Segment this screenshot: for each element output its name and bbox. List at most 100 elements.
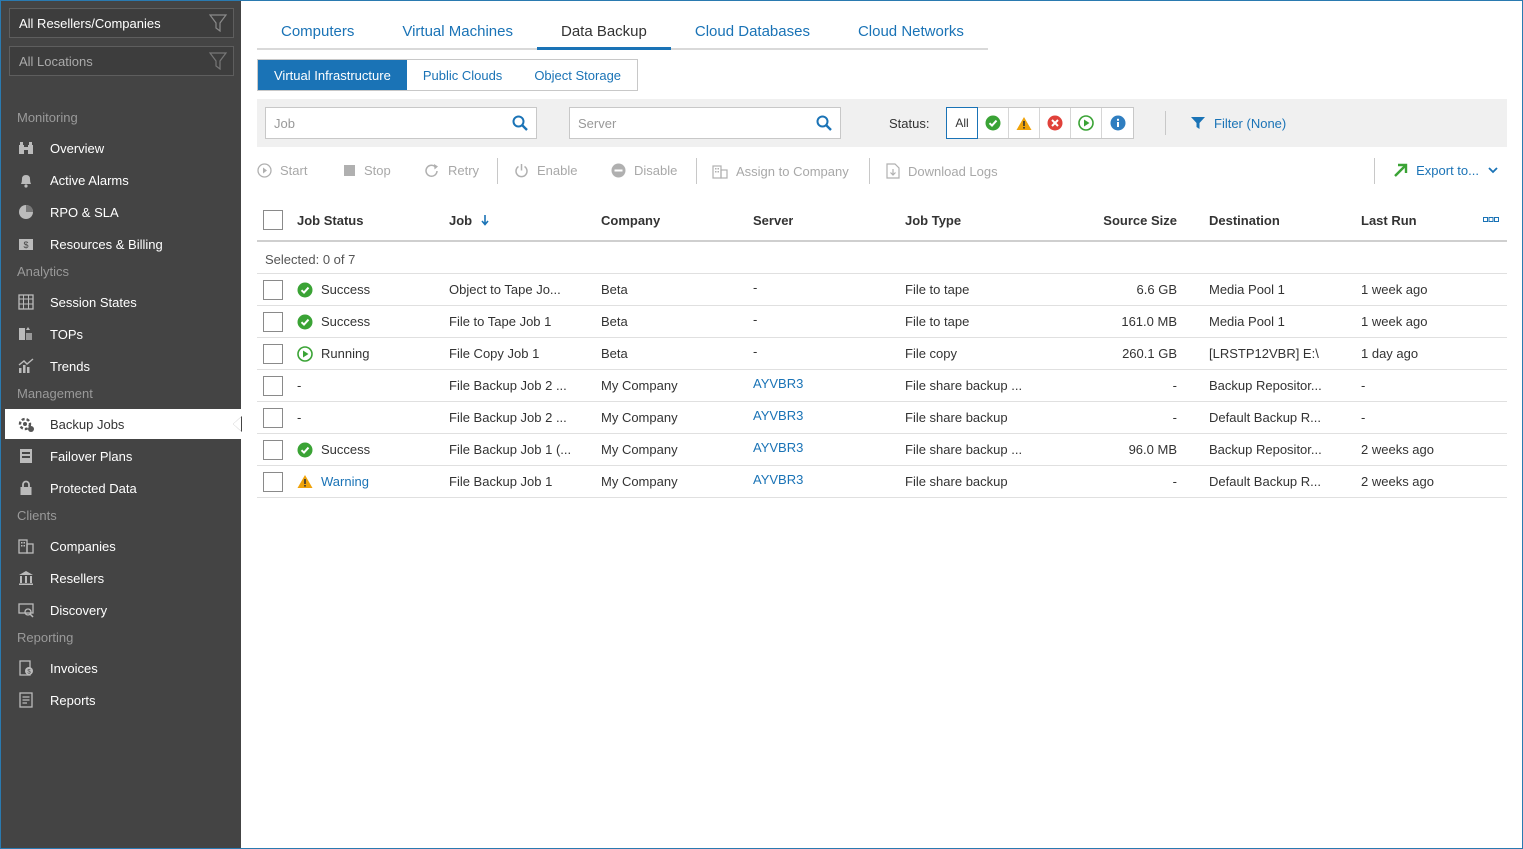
col-job-type[interactable]: Job Type: [905, 200, 961, 240]
job-status-cell: Running: [297, 338, 369, 369]
sidebar-item-resellers[interactable]: Resellers: [5, 563, 241, 593]
location-filter[interactable]: All Locations: [9, 46, 234, 76]
subtab-object-storage[interactable]: Object Storage: [518, 60, 637, 90]
sidebar-item-resources-billing[interactable]: $ Resources & Billing: [5, 229, 241, 259]
server-cell[interactable]: AYVBR3: [753, 464, 803, 495]
report-icon: [17, 691, 35, 709]
disable-button[interactable]: Disable: [611, 163, 677, 178]
info-icon: [1110, 115, 1125, 131]
server-search-placeholder: Server: [578, 116, 617, 131]
sidebar-item-invoices[interactable]: $ Invoices: [5, 653, 241, 683]
col-destination[interactable]: Destination: [1209, 200, 1280, 240]
status-all-button[interactable]: All: [946, 107, 978, 139]
job-status-text: -: [297, 378, 302, 393]
export-button[interactable]: Export to...: [1392, 162, 1499, 178]
col-company[interactable]: Company: [601, 200, 660, 240]
retry-button[interactable]: Retry: [424, 163, 479, 178]
row-checkbox[interactable]: [263, 466, 283, 497]
search-icon[interactable]: [816, 115, 832, 131]
sidebar-item-overview[interactable]: Overview: [5, 133, 241, 163]
sidebar-item-session-states[interactable]: Session States: [5, 287, 241, 317]
table-row[interactable]: - File Backup Job 2 ... My Company AYVBR3 Fi…: [257, 402, 1507, 434]
server-cell[interactable]: AYVBR3: [753, 368, 803, 399]
sidebar-item-companies[interactable]: Companies: [5, 531, 241, 561]
search-icon[interactable]: [512, 115, 528, 131]
job-status-cell: -: [297, 402, 301, 433]
reseller-filter[interactable]: All Resellers/Companies: [9, 8, 234, 38]
funnel-icon: [209, 52, 227, 70]
row-checkbox[interactable]: [263, 434, 283, 465]
tab-cloud-networks[interactable]: Cloud Networks: [834, 18, 988, 50]
source-size-cell: -: [1172, 378, 1177, 393]
status-info-button[interactable]: [1102, 108, 1133, 138]
col-last-run[interactable]: Last Run: [1361, 200, 1417, 240]
sidebar-item-protected-data[interactable]: Protected Data: [5, 473, 241, 503]
sidebar-item-failover-plans[interactable]: Failover Plans: [5, 441, 241, 471]
row-checkbox[interactable]: [263, 306, 283, 337]
row-checkbox[interactable]: [263, 370, 283, 401]
sidebar-item-backup-jobs[interactable]: Backup Jobs: [5, 409, 242, 439]
tab-computers[interactable]: Computers: [257, 18, 378, 50]
success-icon: [297, 314, 313, 330]
row-checkbox[interactable]: [263, 402, 283, 433]
bank-icon: [17, 569, 35, 587]
nav-group-label: Reporting: [17, 630, 74, 645]
server-search-input[interactable]: Server: [569, 107, 841, 139]
download-logs-icon: [886, 163, 900, 179]
stop-button[interactable]: Stop: [343, 163, 391, 178]
col-source-size[interactable]: Source Size: [1057, 200, 1177, 240]
error-icon: [1047, 115, 1063, 131]
sidebar-item-active-alarms[interactable]: Active Alarms: [5, 165, 241, 195]
enable-button[interactable]: Enable: [514, 163, 577, 178]
last-run-cell: 1 week ago: [1361, 282, 1428, 297]
job-search-input[interactable]: Job: [265, 107, 537, 139]
assign-to-company-button[interactable]: Assign to Company: [712, 163, 849, 179]
tab-virtual-machines[interactable]: Virtual Machines: [378, 18, 537, 50]
col-server[interactable]: Server: [753, 200, 793, 240]
sidebar-item-discovery[interactable]: Discovery: [5, 595, 241, 625]
status-running-button[interactable]: [1071, 108, 1102, 138]
row-checkbox[interactable]: [263, 338, 283, 369]
source-size-cell: -: [1172, 474, 1177, 489]
tab-data-backup[interactable]: Data Backup: [536, 18, 671, 50]
filter-link[interactable]: Filter (None): [1190, 115, 1286, 131]
job-status-text: Success: [321, 282, 371, 297]
backup-jobs-table: Job Status Job Company Server Job Type S…: [257, 200, 1507, 498]
status-warning-button[interactable]: [1009, 108, 1040, 138]
table-row[interactable]: Success Object to Tape Jo... Beta - File to …: [257, 274, 1507, 306]
status-success-button[interactable]: [978, 108, 1009, 138]
sidebar-item-reports[interactable]: Reports: [5, 685, 241, 715]
table-row[interactable]: - File Backup Job 2 ... My Company AYVBR3 Fi…: [257, 370, 1507, 402]
column-chooser-icon[interactable]: [1483, 200, 1499, 240]
server-cell[interactable]: AYVBR3: [753, 400, 803, 431]
sidebar-item-rpo-sla[interactable]: RPO & SLA: [5, 197, 241, 227]
table-row[interactable]: Warning File Backup Job 1 My Company AYVBR3…: [257, 466, 1507, 498]
subtab-public-clouds[interactable]: Public Clouds: [407, 60, 519, 90]
row-checkbox[interactable]: [263, 274, 283, 305]
server-cell[interactable]: AYVBR3: [753, 432, 803, 463]
action-toolbar: Start Stop Retry Enable Disable Assign t…: [257, 158, 1507, 186]
download-logs-button[interactable]: Download Logs: [886, 163, 998, 179]
sidebar-item-label: Protected Data: [50, 480, 137, 496]
start-button[interactable]: Start: [257, 163, 307, 178]
sidebar-item-label: Resources & Billing: [50, 236, 163, 252]
table-row[interactable]: Running File Copy Job 1 Beta - File copy 260.…: [257, 338, 1507, 370]
sidebar-item-label: Overview: [50, 140, 105, 156]
job-type-cell: File share backup ...: [905, 442, 1023, 457]
funnel-icon: [209, 14, 227, 32]
subtab-virtual-infrastructure[interactable]: Virtual Infrastructure: [258, 60, 407, 90]
col-job-status[interactable]: Job Status: [297, 200, 363, 240]
job-status-cell[interactable]: Warning: [297, 466, 369, 497]
divider: [497, 158, 498, 184]
invoice-icon: $: [17, 659, 35, 677]
sidebar-item-tops[interactable]: TOPs: [5, 319, 241, 349]
col-job[interactable]: Job: [449, 200, 490, 240]
table-row[interactable]: Success File Backup Job 1 (... My Company A…: [257, 434, 1507, 466]
status-error-button[interactable]: [1040, 108, 1071, 138]
select-all-checkbox[interactable]: [263, 200, 283, 240]
sidebar-item-trends[interactable]: Trends: [5, 351, 241, 381]
table-row[interactable]: Success File to Tape Job 1 Beta - File to ta…: [257, 306, 1507, 338]
source-size-cell: 260.1 GB: [1122, 346, 1177, 361]
tab-cloud-databases[interactable]: Cloud Databases: [671, 18, 834, 50]
table-header: Job Status Job Company Server Job Type S…: [257, 200, 1507, 242]
